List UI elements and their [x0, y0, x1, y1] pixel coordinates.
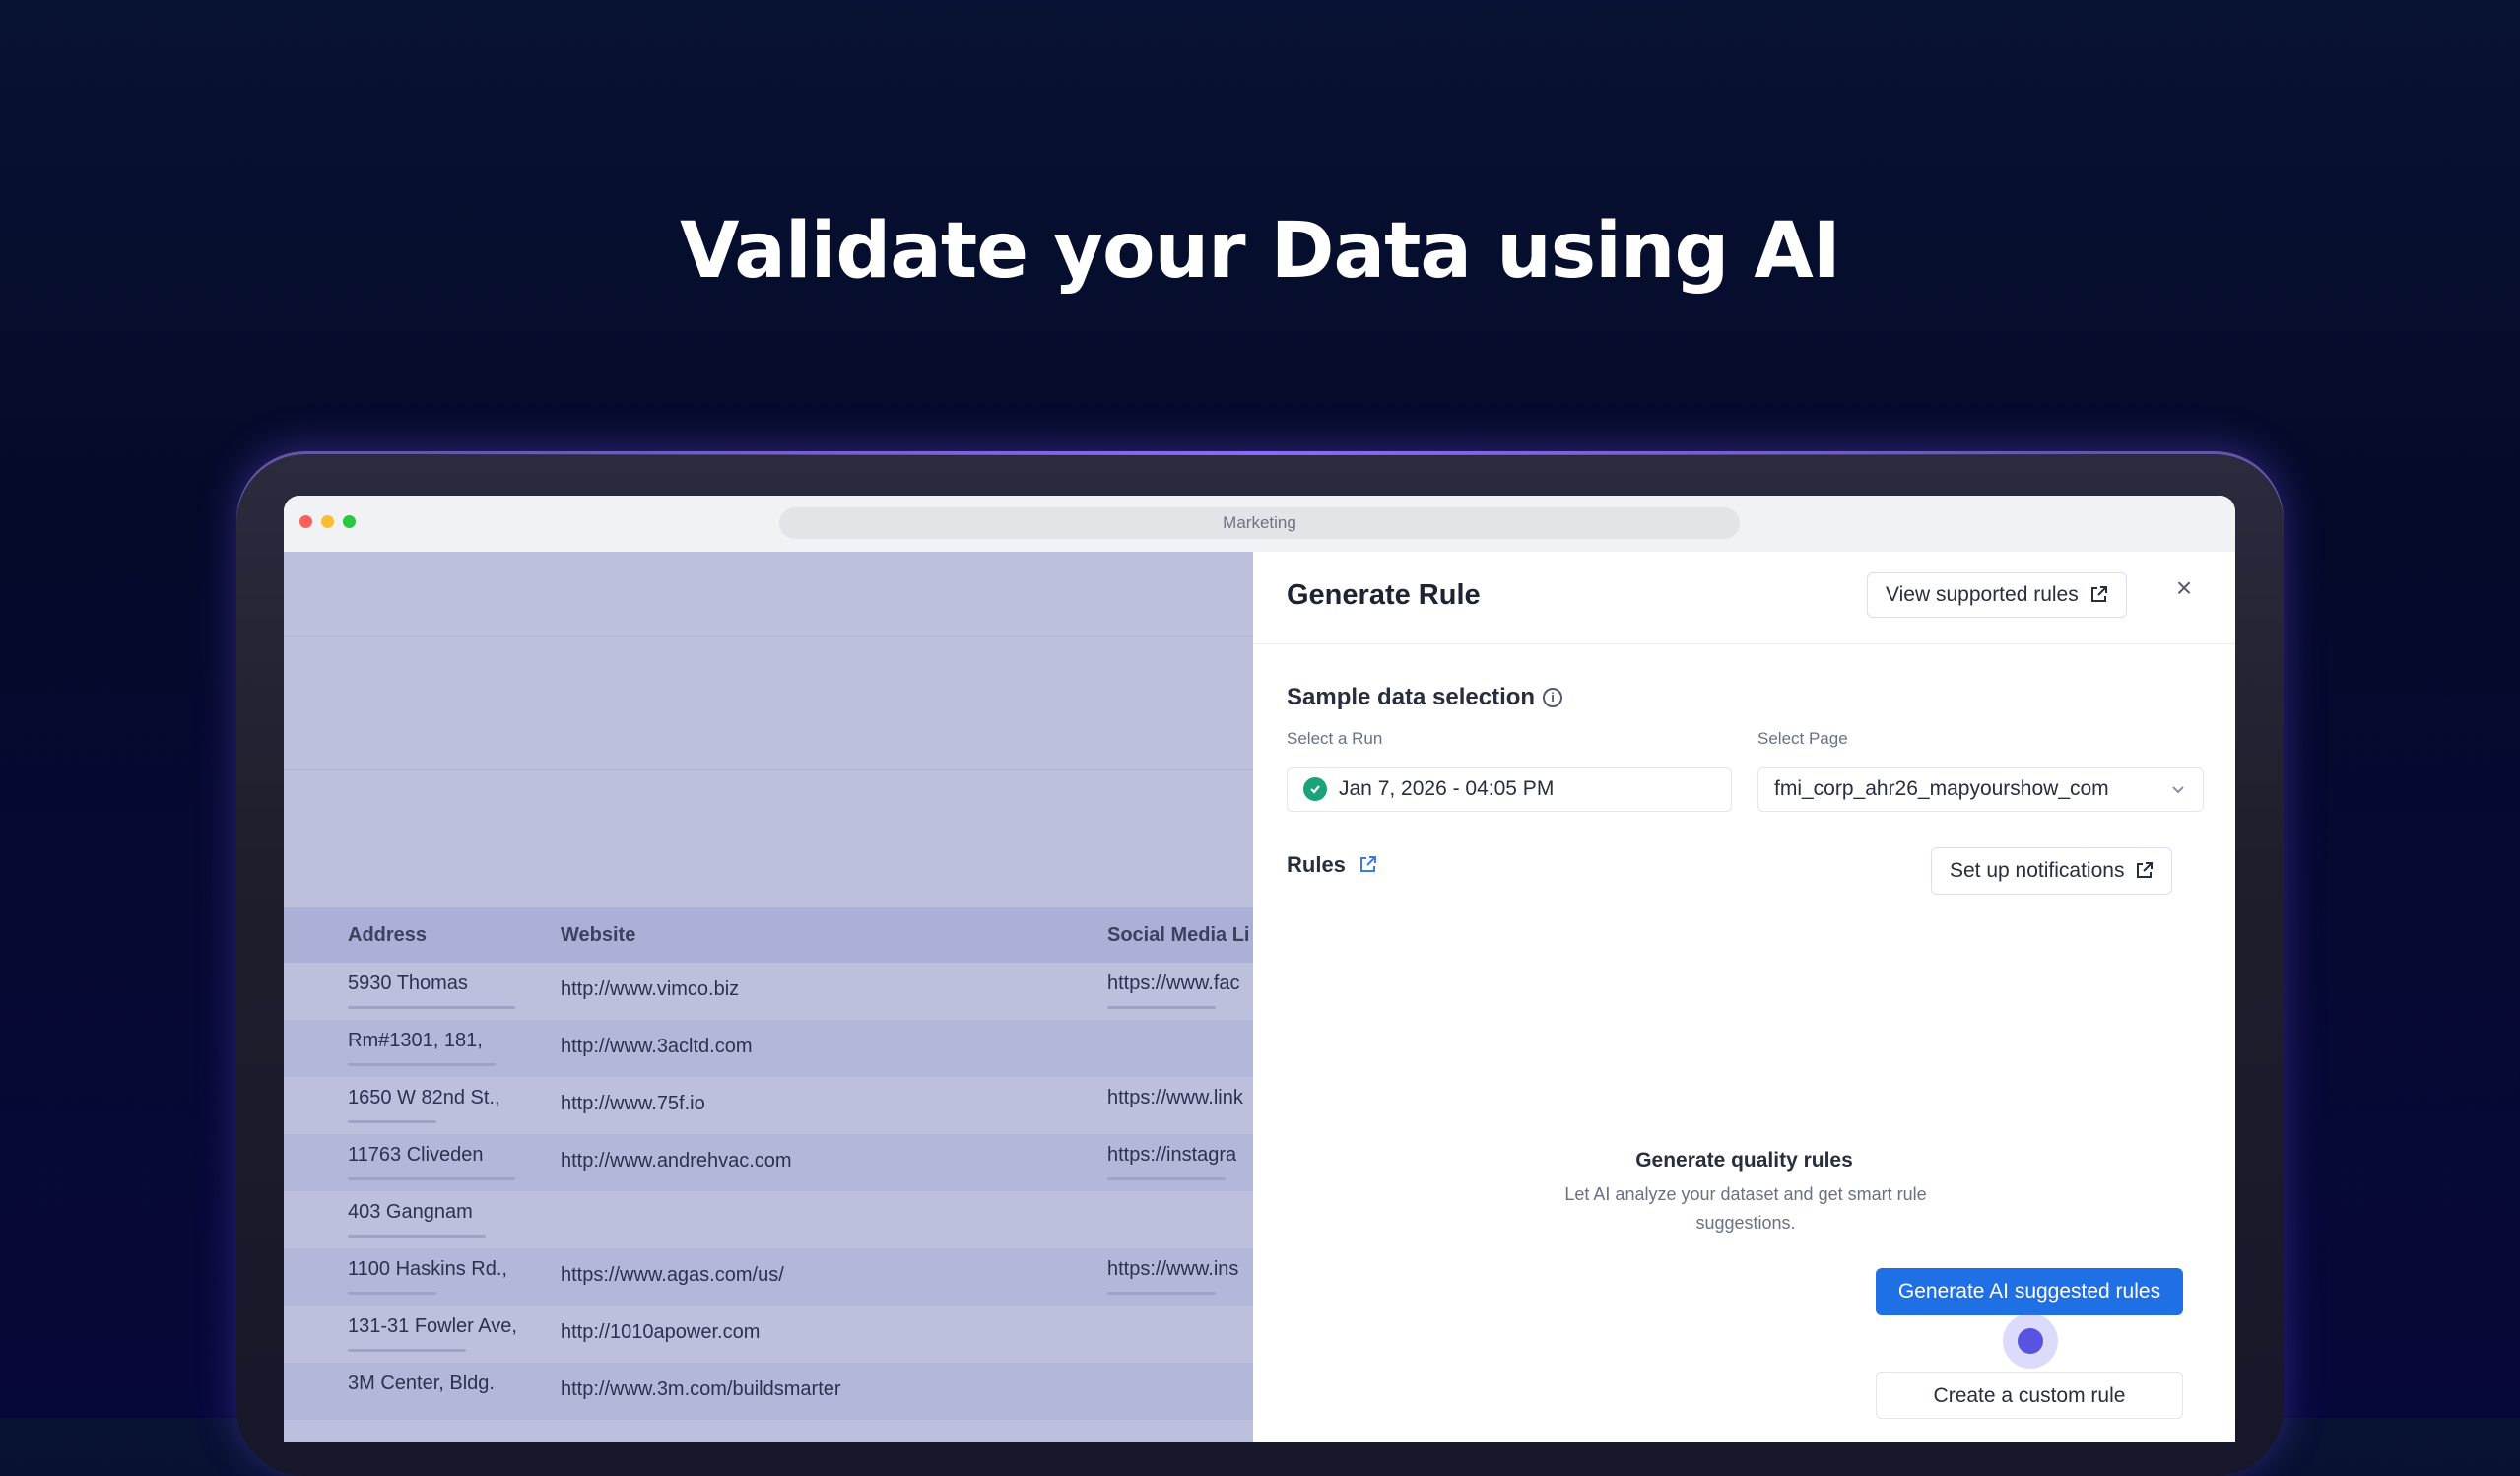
truncated-text: [348, 1177, 515, 1180]
divider: [284, 636, 1253, 637]
cell-address: Rm#1301, 181,: [348, 1030, 483, 1051]
cell-address: 5930 Thomas: [348, 973, 468, 994]
close-icon[interactable]: ×: [2169, 573, 2199, 603]
view-supported-rules-button[interactable]: View supported rules: [1867, 572, 2127, 618]
cell-social: https://www.fac: [1107, 973, 1240, 994]
column-header-address[interactable]: Address: [348, 907, 427, 963]
table-row[interactable]: 1650 W 82nd St., http://www.75f.io https…: [284, 1077, 1253, 1134]
cell-social: https://www.link: [1107, 1087, 1243, 1108]
sample-data-selection-label: Sample data selection: [1287, 684, 1536, 710]
table-row[interactable]: 11763 Cliveden http://www.andrehvac.com …: [284, 1134, 1253, 1191]
panel-header: Generate Rule View supported rules ×: [1253, 552, 2235, 644]
cell-website: http://www.3acltd.com: [561, 1036, 753, 1057]
truncated-text: [348, 1349, 466, 1352]
run-select-value: Jan 7, 2026 - 04:05 PM: [1339, 777, 1555, 800]
maximize-window-button[interactable]: [343, 515, 356, 528]
create-custom-rule-button[interactable]: Create a custom rule: [1876, 1372, 2183, 1419]
minimize-window-button[interactable]: [321, 515, 334, 528]
external-link-icon: [2090, 586, 2107, 602]
view-supported-rules-label: View supported rules: [1886, 583, 2079, 606]
cell-website: https://www.agas.com/us/: [561, 1264, 784, 1286]
table-header: Address Website Social Media Li: [284, 907, 1253, 963]
cell-website: http://www.3m.com/buildsmarter: [561, 1378, 841, 1400]
rules-heading: Rules: [1287, 852, 1377, 878]
set-up-notifications-label: Set up notifications: [1950, 859, 2125, 882]
column-header-social[interactable]: Social Media Li: [1107, 907, 1249, 963]
cell-address: 403 Gangnam: [348, 1201, 473, 1223]
page-select[interactable]: fmi_corp_ahr26_mapyourshow_com: [1757, 767, 2204, 812]
check-circle-icon: [1303, 777, 1327, 801]
truncated-text: [1107, 1177, 1226, 1180]
truncated-text: [348, 1235, 486, 1238]
title-bar: Marketing: [284, 496, 2235, 553]
generate-ai-rules-button[interactable]: Generate AI suggested rules: [1876, 1268, 2183, 1315]
generate-rule-panel: Generate Rule View supported rules × Sam…: [1253, 552, 2235, 1442]
truncated-text: [348, 1006, 515, 1009]
rules-label: Rules: [1287, 852, 1346, 877]
table-row[interactable]: 131-31 Fowler Ave, http://1010apower.com: [284, 1306, 1253, 1363]
table-row[interactable]: 403 Gangnam: [284, 1191, 1253, 1248]
truncated-text: [348, 1292, 436, 1295]
external-link-icon[interactable]: [1358, 855, 1377, 875]
cell-address: 131-31 Fowler Ave,: [348, 1315, 517, 1337]
external-link-icon: [2137, 862, 2154, 878]
info-icon[interactable]: i: [1543, 688, 1563, 707]
cell-social: https://www.ins: [1107, 1258, 1239, 1280]
headline: Validate your Data using AI: [680, 207, 1841, 296]
truncated-text: [348, 1120, 436, 1123]
cell-address: 1650 W 82nd St.,: [348, 1087, 500, 1108]
app-window: Marketing Address Website Social Media L…: [284, 496, 2235, 1442]
cell-social: https://instagra: [1107, 1144, 1237, 1166]
cell-website: http://www.vimco.biz: [561, 978, 740, 1000]
divider: [284, 769, 1253, 770]
table-row[interactable]: 3M Center, Bldg. http://www.3m.com/build…: [284, 1363, 1253, 1420]
cell-website: http://www.andrehvac.com: [561, 1150, 792, 1172]
address-bar[interactable]: Marketing: [779, 507, 1740, 539]
truncated-text: [348, 1063, 496, 1066]
sample-data-selection-heading: Sample data selection i: [1287, 684, 1563, 711]
empty-state-title: Generate quality rules: [1635, 1149, 1853, 1172]
truncated-text: [1107, 1292, 1216, 1295]
data-table-backdrop: Address Website Social Media Li 5930 Tho…: [284, 552, 1253, 1442]
device-glow: [414, 451, 2106, 455]
truncated-text: [1107, 1006, 1216, 1009]
close-window-button[interactable]: [299, 515, 312, 528]
cell-website: http://www.75f.io: [561, 1093, 705, 1114]
cell-address: 1100 Haskins Rd.,: [348, 1258, 507, 1280]
cell-address: 11763 Cliveden: [348, 1144, 484, 1166]
select-page-label: Select Page: [1757, 729, 1848, 748]
empty-state-description: Let AI analyze your dataset and get smar…: [1564, 1184, 1927, 1233]
chevron-down-icon: [2172, 786, 2184, 794]
column-header-website[interactable]: Website: [561, 907, 635, 963]
set-up-notifications-button[interactable]: Set up notifications: [1931, 847, 2173, 895]
run-select[interactable]: Jan 7, 2026 - 04:05 PM: [1287, 767, 1732, 812]
select-run-label: Select a Run: [1287, 729, 1383, 748]
table-row[interactable]: 1100 Haskins Rd., https://www.agas.com/u…: [284, 1248, 1253, 1306]
cursor-indicator: [2018, 1328, 2043, 1354]
table-row[interactable]: 5930 Thomas http://www.vimco.biz https:/…: [284, 963, 1253, 1020]
cell-website: http://1010apower.com: [561, 1321, 761, 1343]
table-row[interactable]: Rm#1301, 181, http://www.3acltd.com: [284, 1020, 1253, 1077]
panel-title: Generate Rule: [1287, 579, 1481, 611]
page-select-value: fmi_corp_ahr26_mapyourshow_com: [1774, 777, 2109, 800]
cell-address: 3M Center, Bldg.: [348, 1373, 495, 1394]
